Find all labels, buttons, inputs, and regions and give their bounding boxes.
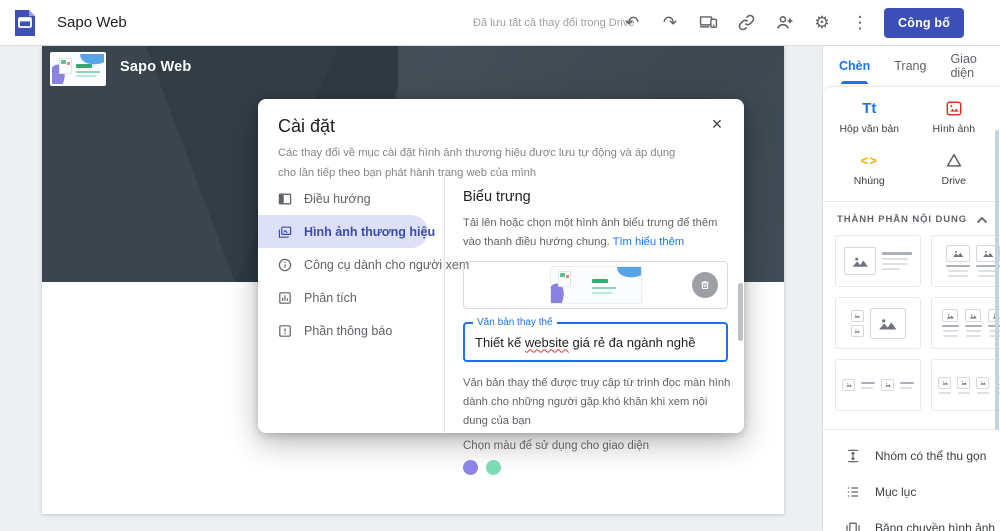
learn-more-link[interactable]: Tìm hiểu thêm	[613, 236, 685, 248]
close-icon[interactable]: ×	[704, 111, 730, 137]
settings-nav-brand-images[interactable]: Hình ảnh thương hiệu	[258, 215, 435, 248]
settings-nav-announcement[interactable]: Phần thông báo	[258, 314, 444, 347]
analytics-icon	[279, 291, 291, 304]
layout-thumbnail-three-columns[interactable]	[931, 297, 1000, 349]
alt-text-input[interactable]: Văn bản thay thế Thiết kế website giá rẻ…	[463, 317, 728, 363]
dialog-scrollbar[interactable]	[738, 283, 743, 341]
logo-artwork	[52, 54, 104, 84]
preview-devices-icon[interactable]	[694, 9, 722, 37]
insert-embed[interactable]: <> Nhúng	[827, 149, 912, 188]
alt-text-label: Văn bản thay thế	[473, 317, 557, 329]
tab-themes[interactable]: Giao diện	[950, 46, 1000, 86]
insert-sidebar: Chèn Trang Giao diện Tt Hộp văn bản Hình…	[822, 46, 1000, 531]
dialog-title: Cài đặt	[278, 116, 336, 136]
top-toolbar: Sapo Web Đã lưu tất cả thay đổi trong Dr…	[0, 0, 1000, 46]
layout-thumbnail-gallery[interactable]	[835, 297, 921, 349]
theme-color-label: Chọn màu để sử dụng cho giao diện	[463, 440, 650, 453]
logo-description: Tải lên hoặc chọn một hình ảnh biểu trưn…	[463, 217, 718, 249]
insert-panel: Tt Hộp văn bản Hình ảnh <> Nhúng Drive T…	[823, 86, 1000, 531]
layout-thumbnail-four-columns[interactable]	[931, 359, 1000, 411]
copy-link-icon[interactable]	[732, 9, 760, 37]
redo-icon[interactable]: ↷	[656, 9, 684, 37]
collapsible-group-icon	[848, 449, 858, 463]
alt-text-value: Thiết kế website giá rẻ đa ngành nghề	[475, 334, 696, 350]
embed-icon: <>	[860, 152, 878, 168]
brand-images-pane: Biểu trưng Tải lên hoặc chọn một hình ản…	[445, 175, 747, 476]
google-sites-editor: Sapo Web Đã lưu tất cả thay đổi trong Dr…	[0, 0, 1000, 531]
drive-icon	[946, 153, 961, 167]
table-of-contents-icon	[847, 487, 859, 497]
image-icon	[946, 100, 962, 116]
insert-image[interactable]: Hình ảnh	[912, 97, 997, 135]
layout-thumbnail-two-columns[interactable]	[931, 235, 1000, 287]
theme-color-swatches	[463, 460, 731, 476]
settings-nav-navigation[interactable]: Điều hướng	[258, 182, 444, 215]
settings-dialog: × Cài đặt Các thay đổi về mục cài đặt hì…	[258, 99, 747, 476]
layout-thumbnail-image-text[interactable]	[835, 235, 921, 287]
image-carousel-icon	[846, 522, 860, 531]
publish-button[interactable]: Công bố	[884, 8, 965, 38]
sidebar-item-collapsible-group[interactable]: Nhóm có thể thu gọn	[823, 438, 1000, 474]
more-options-icon[interactable]: ⋮	[846, 9, 874, 37]
misspelled-word: website	[524, 334, 569, 350]
insert-text-box[interactable]: Tt Hộp văn bản	[827, 97, 912, 136]
sidebar-scrollbar[interactable]	[995, 130, 999, 430]
color-swatch-green[interactable]	[486, 460, 501, 476]
logo-preview-box[interactable]	[463, 261, 728, 310]
tab-insert[interactable]: Chèn	[839, 46, 870, 86]
color-swatch-purple[interactable]	[463, 460, 478, 476]
logo-section-heading: Biểu trưng	[463, 189, 531, 205]
trash-icon	[701, 281, 709, 290]
settings-gear-icon[interactable]: ⚙	[808, 9, 836, 37]
sidebar-tabs: Chèn Trang Giao diện	[823, 46, 1000, 86]
delete-logo-button[interactable]	[692, 272, 718, 299]
site-header-name[interactable]: Sapo Web	[120, 59, 191, 75]
info-icon	[278, 258, 292, 271]
chevron-up-icon[interactable]	[976, 216, 988, 224]
layout-thumbnails	[823, 233, 1000, 421]
alt-text-help: Văn bản thay thế được truy cập từ trình …	[463, 377, 731, 428]
navigation-icon	[278, 193, 292, 204]
announcement-icon	[279, 324, 291, 337]
sites-logo-icon[interactable]	[13, 9, 37, 37]
save-status: Đã lưu tất cả thay đổi trong Drive	[473, 16, 635, 29]
content-blocks-header[interactable]: THÀNH PHẦN NỘI DUNG	[823, 202, 1000, 233]
insert-drive[interactable]: Drive	[912, 149, 997, 187]
text-box-icon: Tt	[862, 99, 877, 117]
share-add-person-icon[interactable]	[770, 9, 798, 37]
settings-nav: Điều hướng Hình ảnh thương hiệu Công cụ …	[258, 175, 469, 433]
layout-thumbnail-two-pairs[interactable]	[835, 359, 921, 411]
undo-icon[interactable]: ↶	[618, 9, 646, 37]
settings-nav-analytics[interactable]: Phân tích	[258, 281, 444, 314]
tab-pages[interactable]: Trang	[894, 46, 926, 86]
brand-images-icon	[278, 226, 292, 238]
site-logo-thumbnail[interactable]	[50, 52, 106, 86]
sidebar-item-image-carousel[interactable]: Băng chuyền hình ảnh	[823, 510, 1000, 531]
logo-artwork	[549, 266, 642, 305]
sidebar-item-table-of-contents[interactable]: Mục lục	[823, 474, 1000, 510]
site-title[interactable]: Sapo Web	[57, 14, 127, 31]
settings-nav-viewer-tools[interactable]: Công cụ dành cho người xem	[258, 248, 469, 281]
